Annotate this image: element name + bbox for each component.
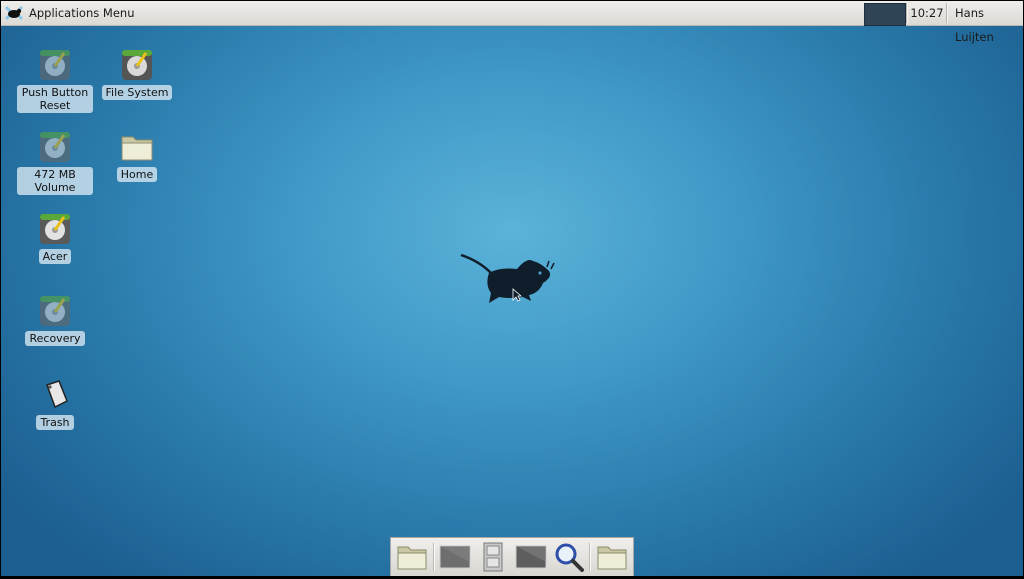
desktop-icon-472mb-volume[interactable]: 472 MB Volume	[17, 129, 93, 195]
dock-separator	[589, 543, 592, 571]
drive-icon	[40, 214, 70, 244]
window-icon	[515, 545, 547, 569]
folder-icon	[397, 546, 427, 570]
drive-icon	[40, 132, 70, 162]
clock[interactable]: 10:27	[908, 1, 946, 25]
desktop[interactable]: Applications Menu 10:27 Hans Luijten Pus…	[1, 1, 1023, 576]
desktop-icon-label: Trash	[36, 415, 74, 430]
drive-icon	[122, 50, 152, 80]
desktop-icon-label: Home	[116, 167, 158, 182]
terminal-icon	[439, 545, 471, 569]
desktop-icon-label: File System	[101, 85, 173, 100]
dock-launcher-folder[interactable]	[595, 541, 629, 573]
bottom-dock	[390, 537, 634, 576]
mouse-pointer-icon	[512, 288, 522, 302]
dock-launcher-file-manager[interactable]	[395, 541, 429, 573]
applications-menu-button[interactable]: Applications Menu	[5, 1, 134, 25]
desktop-icon-file-system[interactable]: File System	[99, 47, 175, 100]
user-menu[interactable]: Hans Luijten	[949, 1, 1023, 44]
desktop-icon-push-button-reset[interactable]: Push Button Reset	[17, 47, 93, 113]
desktop-icon-label: Recovery	[25, 331, 85, 346]
dock-launcher-file-cabinet[interactable]	[476, 541, 510, 573]
folder-icon	[597, 546, 627, 570]
desktop-icon-acer[interactable]: Acer	[17, 211, 93, 264]
dock-separator	[432, 543, 435, 571]
drive-icon	[40, 50, 70, 80]
desktop-icon-label: Push Button Reset	[17, 85, 93, 113]
desktop-icon-recovery[interactable]: Recovery	[17, 293, 93, 346]
dock-launcher-web-browser[interactable]	[514, 541, 548, 573]
xfce-mouse-logo	[460, 253, 555, 303]
desktop-icon-label: 472 MB Volume	[17, 167, 93, 195]
dock-launcher-search[interactable]	[552, 541, 586, 573]
cabinet-icon	[483, 542, 503, 572]
trash-icon	[46, 380, 68, 409]
panel-separator	[946, 3, 948, 23]
dock-launcher-terminal[interactable]	[439, 541, 473, 573]
applications-menu-label: Applications Menu	[29, 6, 135, 20]
folder-icon	[121, 136, 153, 161]
desktop-icon-home[interactable]: Home	[99, 129, 175, 182]
top-panel: Applications Menu 10:27 Hans Luijten	[1, 1, 1023, 44]
magnifier-icon	[555, 543, 584, 572]
desktop-icon-label: Acer	[38, 249, 72, 264]
xfce-mouse-icon	[5, 5, 23, 21]
workspace-switcher[interactable]	[864, 3, 906, 26]
desktop-icon-trash[interactable]: Trash	[17, 377, 93, 430]
drive-icon	[40, 296, 70, 326]
